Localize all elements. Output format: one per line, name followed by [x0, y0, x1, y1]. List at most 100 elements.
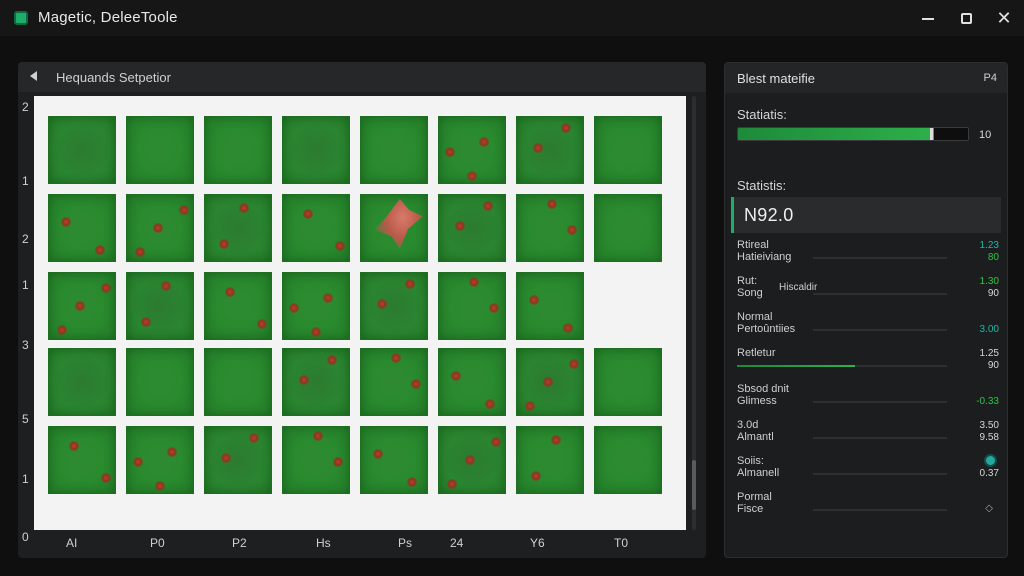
stat-track	[813, 293, 947, 295]
x-axis-label: P2	[232, 536, 247, 550]
stat-subname: Almanell	[737, 467, 780, 479]
stat-track	[813, 437, 947, 439]
grid-tile[interactable]	[204, 194, 272, 262]
stat-name: Rtireal	[737, 239, 769, 251]
grid-tile[interactable]	[594, 348, 662, 416]
grid-tile[interactable]	[360, 272, 428, 340]
stat-name: Sbsod dnit	[737, 383, 789, 395]
stat-name: Rut:	[737, 275, 758, 287]
stat-value: 1.30	[979, 276, 999, 287]
grid-tile[interactable]	[594, 116, 662, 184]
stat-subname: Pertoûntiies	[737, 323, 796, 335]
tile-grid-canvas[interactable]	[34, 96, 686, 530]
grid-tile[interactable]	[516, 272, 584, 340]
close-button[interactable]: ✕	[992, 6, 1016, 30]
grid-tile[interactable]	[282, 272, 350, 340]
stat-track-fill	[737, 365, 855, 367]
y-axis-label: 2	[22, 232, 29, 246]
progress-bar[interactable]	[737, 127, 969, 141]
grid-tile[interactable]	[360, 194, 428, 262]
grid-tile[interactable]	[126, 194, 194, 262]
progress-bar-fill	[738, 128, 934, 140]
statistics-panel-header: Blest mateifie P4	[725, 63, 1007, 93]
grid-tile[interactable]	[282, 116, 350, 184]
app-icon	[14, 11, 28, 25]
grid-tile[interactable]	[204, 272, 272, 340]
defect-spot	[75, 301, 85, 311]
grid-tile[interactable]	[594, 194, 662, 262]
grid-tile[interactable]	[594, 426, 662, 494]
window-title: Magetic, DeleeToole	[38, 9, 178, 26]
anomaly-blob	[374, 199, 423, 249]
defect-spot	[161, 281, 171, 291]
grid-tile[interactable]	[48, 194, 116, 262]
stat-track	[813, 509, 947, 511]
grid-tile[interactable]	[48, 426, 116, 494]
defect-spot	[57, 325, 67, 335]
maximize-button[interactable]	[954, 6, 978, 30]
grid-tile[interactable]	[282, 348, 350, 416]
defect-spot	[373, 449, 383, 459]
defect-spot	[489, 303, 499, 313]
grid-tile[interactable]	[126, 116, 194, 184]
defect-spot	[219, 239, 229, 249]
grid-tile[interactable]	[438, 348, 506, 416]
grid-tile[interactable]	[438, 116, 506, 184]
defect-spot	[289, 303, 299, 313]
grid-tile[interactable]	[204, 116, 272, 184]
grid-panel-title: Hequands Setpetior	[56, 70, 171, 85]
grid-tile[interactable]	[360, 116, 428, 184]
minimize-button[interactable]	[916, 6, 940, 30]
grid-tile[interactable]	[438, 194, 506, 262]
grid-tile[interactable]	[438, 426, 506, 494]
primary-value-field[interactable]: N92.0	[731, 197, 1001, 233]
stat-name: Pormal	[737, 491, 772, 503]
defect-spot	[323, 293, 333, 303]
defect-spot	[491, 437, 501, 447]
grid-tile[interactable]	[516, 426, 584, 494]
defect-spot	[335, 241, 345, 251]
stat-name: 3.0d	[737, 419, 759, 431]
grid-tile[interactable]	[204, 426, 272, 494]
grid-tile[interactable]	[516, 194, 584, 262]
y-axis-label: 5	[22, 412, 29, 426]
progress-value: 10	[979, 129, 992, 141]
chevron-icon[interactable]: ◇	[985, 503, 993, 514]
defect-spot	[391, 353, 401, 363]
defect-spot	[525, 401, 535, 411]
grid-tile[interactable]	[282, 194, 350, 262]
x-axis-label: 24	[450, 536, 464, 550]
grid-tile[interactable]	[360, 426, 428, 494]
stat-value-secondary: 0.37	[979, 468, 999, 479]
grid-tile[interactable]	[126, 272, 194, 340]
grid-tile[interactable]	[282, 426, 350, 494]
grid-tile[interactable]	[438, 272, 506, 340]
defect-spot	[311, 327, 321, 337]
defect-spot	[155, 481, 165, 491]
defect-spot	[531, 471, 541, 481]
grid-tile[interactable]	[516, 348, 584, 416]
x-axis-label: AI	[66, 536, 78, 550]
grid-tile[interactable]	[516, 116, 584, 184]
grid-tile[interactable]	[48, 116, 116, 184]
toggle-dot-icon[interactable]	[986, 456, 995, 465]
defect-spot	[101, 283, 111, 293]
grid-tile[interactable]	[360, 348, 428, 416]
grid-tile[interactable]	[48, 348, 116, 416]
grid-tile[interactable]	[126, 426, 194, 494]
grid-panel-header: Hequands Setpetior	[18, 62, 706, 92]
x-axis-label: Y6	[530, 536, 545, 550]
progress-handle[interactable]	[929, 128, 933, 140]
grid-tile[interactable]	[126, 348, 194, 416]
scrollbar-thumb[interactable]	[692, 460, 696, 510]
stat-name: Retletur	[737, 347, 776, 359]
back-arrow-icon[interactable]	[30, 71, 37, 81]
stat-value-secondary: 90	[987, 288, 999, 299]
grid-tile[interactable]	[204, 348, 272, 416]
stat-value-secondary: -0.33	[976, 396, 999, 407]
stat-value: 3.50	[979, 420, 999, 431]
grid-tile[interactable]	[48, 272, 116, 340]
defect-spot	[225, 287, 235, 297]
stat-name: Normal	[737, 311, 773, 323]
defect-spot	[543, 377, 553, 387]
